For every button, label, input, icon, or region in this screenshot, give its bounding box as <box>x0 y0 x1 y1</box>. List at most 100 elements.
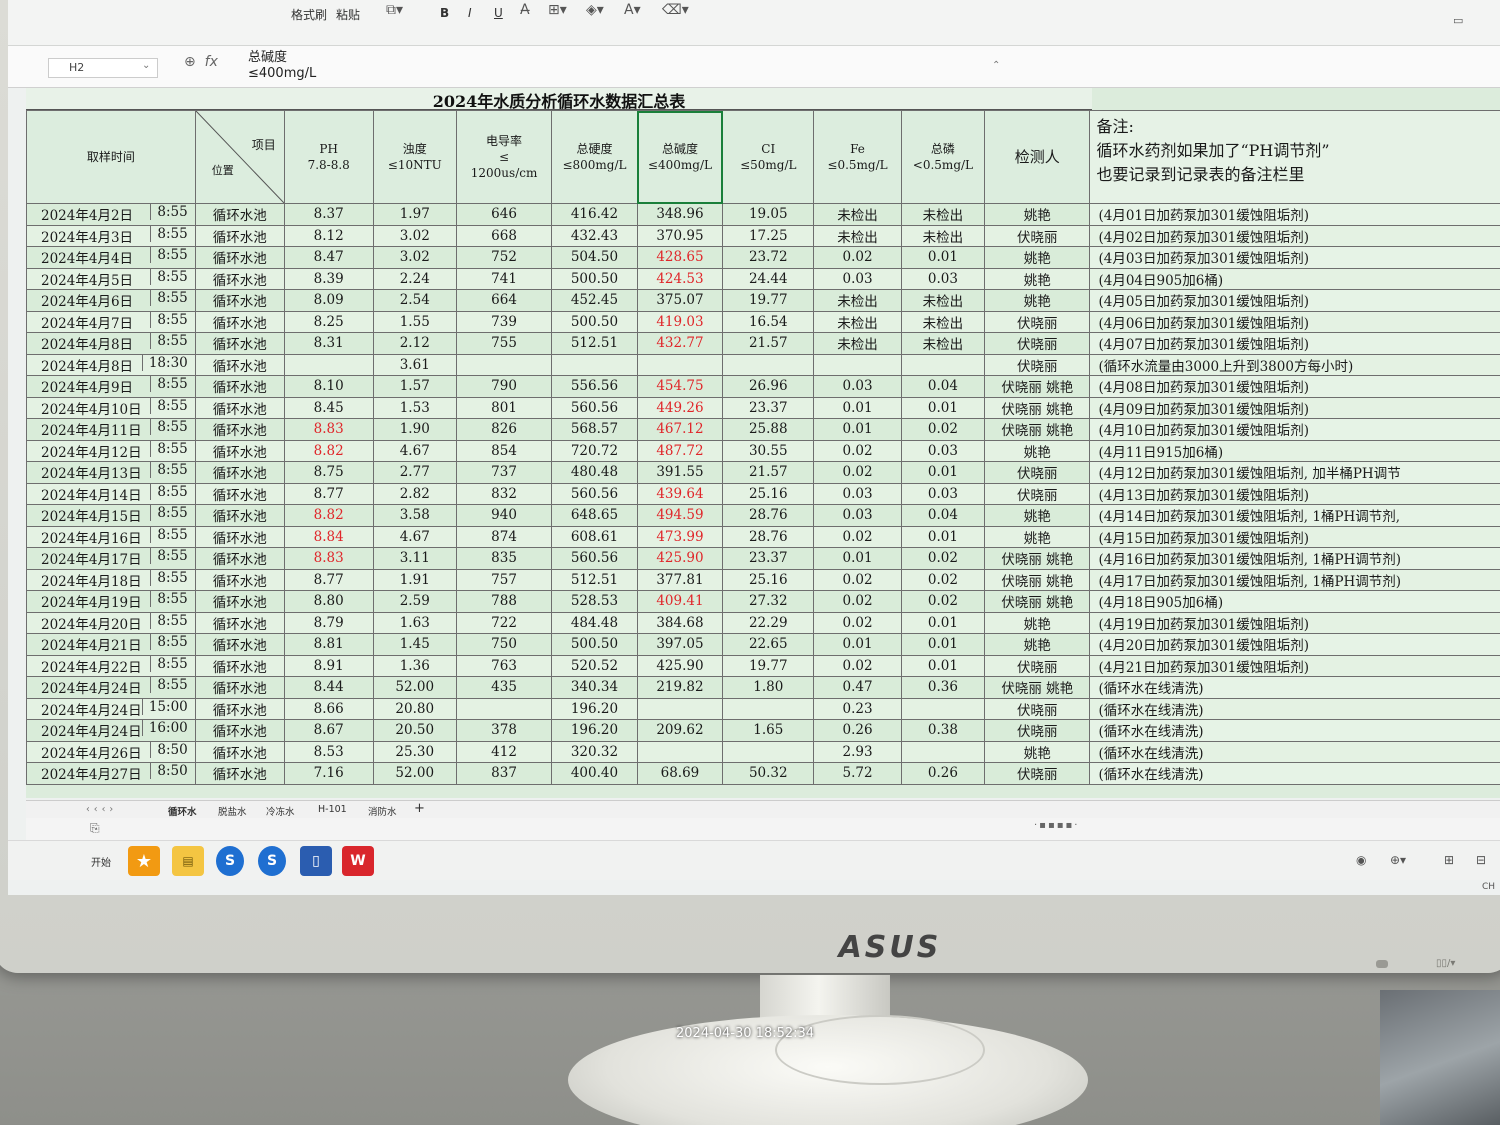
phosphorus-cell[interactable]: 0.02 <box>900 547 986 570</box>
turbidity-cell[interactable]: 4.67 <box>372 439 457 462</box>
cl-cell[interactable]: 19.05 <box>722 203 815 226</box>
sample-time-cell[interactable]: 2024年4月10日 8:55 <box>26 396 196 419</box>
note-cell[interactable]: (4月15日加药泵加301缓蚀阻垢剂) <box>1089 525 1500 548</box>
add-sheet-icon[interactable]: + <box>414 801 425 816</box>
turbidity-cell[interactable]: 20.80 <box>372 697 457 720</box>
conductivity-cell[interactable]: 752 <box>455 246 553 269</box>
cl-cell[interactable]: 17.25 <box>722 224 815 247</box>
phosphorus-cell[interactable]: 0.03 <box>900 267 986 290</box>
tab-desalted-water[interactable]: 脱盐水 <box>218 804 247 818</box>
turbidity-cell[interactable]: 3.02 <box>372 224 457 247</box>
hardness-cell[interactable]: 484.48 <box>551 611 638 634</box>
alkalinity-cell[interactable]: 454.75 <box>636 375 724 398</box>
alkalinity-cell[interactable]: 473.99 <box>636 525 724 548</box>
cl-cell[interactable]: 50.32 <box>722 762 815 785</box>
cl-cell[interactable]: 21.57 <box>722 332 815 355</box>
inspector-cell[interactable]: 姚艳 <box>984 525 1091 548</box>
hardness-cell[interactable]: 560.56 <box>551 482 638 505</box>
ph-cell[interactable]: 8.81 <box>283 633 374 656</box>
underline-button[interactable]: U <box>494 6 503 20</box>
conductivity-cell[interactable]: 435 <box>455 676 553 699</box>
sample-time-cell[interactable]: 2024年4月24日 16:00 <box>26 719 196 742</box>
phosphorus-cell[interactable]: 0.04 <box>900 504 986 527</box>
fe-cell[interactable]: 0.01 <box>813 418 902 441</box>
formula-expand-icon[interactable]: ⌃ <box>992 60 1000 71</box>
format-painter-button[interactable]: 格式刷 <box>291 6 327 23</box>
conductivity-cell[interactable]: 874 <box>455 525 553 548</box>
ph-cell[interactable]: 8.75 <box>283 461 374 484</box>
fe-cell[interactable]: 0.03 <box>813 482 902 505</box>
ph-cell[interactable]: 8.67 <box>283 719 374 742</box>
ph-cell[interactable]: 8.83 <box>283 547 374 570</box>
phosphorus-cell[interactable] <box>900 353 986 376</box>
alkalinity-cell[interactable]: 425.90 <box>636 547 724 570</box>
ph-cell[interactable]: 8.12 <box>283 224 374 247</box>
inspector-cell[interactable]: 姚艳 <box>984 203 1091 226</box>
conductivity-cell[interactable] <box>455 353 553 376</box>
phosphorus-cell[interactable]: 0.01 <box>900 654 986 677</box>
inspector-cell[interactable]: 伏晓丽 <box>984 310 1091 333</box>
fe-cell[interactable]: 0.02 <box>813 611 902 634</box>
note-cell[interactable]: (4月19日加药泵加301缓蚀阻垢剂) <box>1089 611 1500 634</box>
phosphorus-cell[interactable] <box>900 697 986 720</box>
conductivity-cell[interactable]: 835 <box>455 547 553 570</box>
turbidity-cell[interactable]: 1.55 <box>372 310 457 333</box>
position-cell[interactable]: 循环水池 <box>194 697 285 720</box>
position-cell[interactable]: 循环水池 <box>194 332 285 355</box>
fx-icon[interactable]: fx <box>205 54 218 70</box>
turbidity-cell[interactable]: 1.91 <box>372 568 457 591</box>
cl-cell[interactable]: 28.76 <box>722 525 815 548</box>
alkalinity-cell[interactable] <box>636 740 724 763</box>
conductivity-cell[interactable]: 668 <box>455 224 553 247</box>
cl-cell[interactable] <box>722 740 815 763</box>
cl-cell[interactable]: 26.96 <box>722 375 815 398</box>
turbidity-cell[interactable]: 1.53 <box>372 396 457 419</box>
eye-view-icon[interactable]: ◉ <box>1356 853 1366 867</box>
alkalinity-cell[interactable]: 68.69 <box>636 762 724 785</box>
sample-time-cell[interactable]: 2024年4月15日 8:55 <box>26 504 196 527</box>
sample-time-cell[interactable]: 2024年4月8日 18:30 <box>26 353 196 376</box>
hardness-cell[interactable]: 340.34 <box>551 676 638 699</box>
sample-time-cell[interactable]: 2024年4月17日 8:55 <box>26 547 196 570</box>
sample-time-cell[interactable]: 2024年4月4日 8:55 <box>26 246 196 269</box>
sample-time-cell[interactable]: 2024年4月3日 8:55 <box>26 224 196 247</box>
header-turbidity[interactable]: 浊度 ≤10NTU <box>372 110 457 204</box>
position-cell[interactable]: 循环水池 <box>194 310 285 333</box>
fe-cell[interactable]: 0.02 <box>813 568 902 591</box>
turbidity-cell[interactable]: 2.77 <box>372 461 457 484</box>
turbidity-cell[interactable]: 52.00 <box>372 762 457 785</box>
cl-cell[interactable]: 25.16 <box>722 482 815 505</box>
spreadsheet-grid[interactable]: 2024年水质分析循环水数据汇总表 取样时间 项目 位置 PH 7.8-8.8 浊… <box>26 88 1500 798</box>
wps-app-icon[interactable]: W <box>342 846 374 876</box>
sample-time-cell[interactable]: 2024年4月20日 8:55 <box>26 611 196 634</box>
cl-cell[interactable]: 1.80 <box>722 676 815 699</box>
phosphorus-cell[interactable]: 0.01 <box>900 396 986 419</box>
fe-cell[interactable]: 0.03 <box>813 267 902 290</box>
position-cell[interactable]: 循环水池 <box>194 525 285 548</box>
cl-cell[interactable]: 19.77 <box>722 289 815 312</box>
position-cell[interactable]: 循环水池 <box>194 267 285 290</box>
ph-cell[interactable]: 8.66 <box>283 697 374 720</box>
note-cell[interactable]: (4月17日加药泵加301缓蚀阻垢剂, 1桶PH调节剂) <box>1089 568 1500 591</box>
inspector-cell[interactable]: 伏晓丽 姚艳 <box>984 676 1091 699</box>
cl-cell[interactable] <box>722 697 815 720</box>
position-cell[interactable]: 循环水池 <box>194 246 285 269</box>
note-cell[interactable]: (4月08日加药泵加301缓蚀阻垢剂) <box>1089 375 1500 398</box>
cl-cell[interactable]: 1.65 <box>722 719 815 742</box>
fe-cell[interactable]: 未检出 <box>813 224 902 247</box>
fill-color-icon[interactable]: ◈▾ <box>586 2 604 18</box>
ph-cell[interactable]: 8.45 <box>283 396 374 419</box>
hardness-cell[interactable]: 568.57 <box>551 418 638 441</box>
position-cell[interactable]: 循环水池 <box>194 203 285 226</box>
sample-time-cell[interactable]: 2024年4月19日 8:55 <box>26 590 196 613</box>
conductivity-cell[interactable]: 940 <box>455 504 553 527</box>
note-cell[interactable]: (4月06日加药泵加301缓蚀阻垢剂) <box>1089 310 1500 333</box>
inspector-cell[interactable]: 伏晓丽 <box>984 654 1091 677</box>
conductivity-cell[interactable]: 741 <box>455 267 553 290</box>
position-cell[interactable]: 循环水池 <box>194 439 285 462</box>
font-color-icon[interactable]: A▾ <box>624 2 641 18</box>
start-button[interactable]: 开始 <box>80 846 122 876</box>
sample-time-cell[interactable]: 2024年4月9日 8:55 <box>26 375 196 398</box>
layout-toggle-icon[interactable]: ⊕▾ <box>1390 853 1406 867</box>
sample-time-cell[interactable]: 2024年4月5日 8:55 <box>26 267 196 290</box>
